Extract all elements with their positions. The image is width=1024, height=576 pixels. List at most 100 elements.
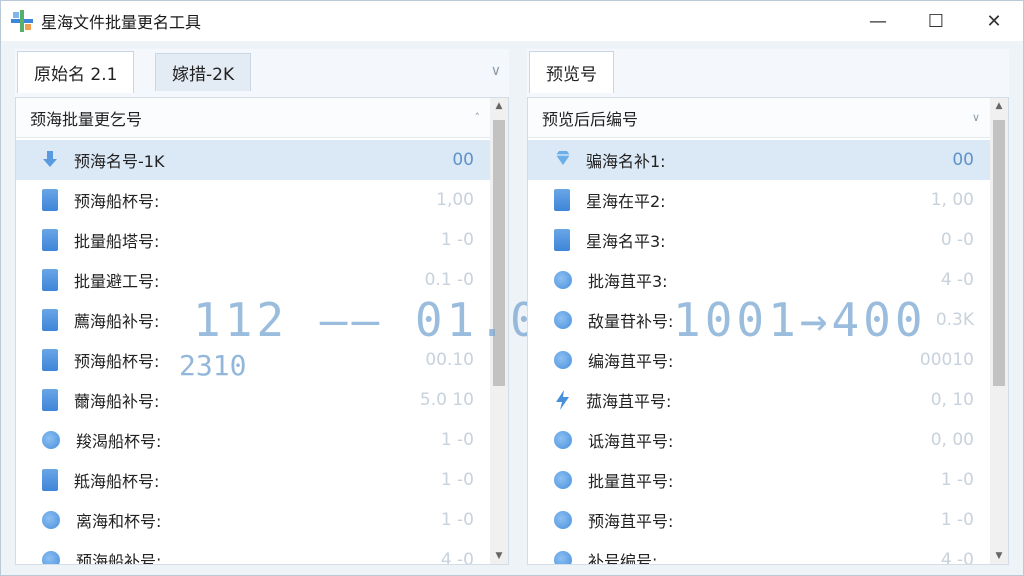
- right-tab-bar: 预览号: [527, 49, 1009, 93]
- file-value: 0, 00: [930, 430, 974, 450]
- maximize-button[interactable]: ☐: [907, 1, 965, 41]
- table-row[interactable]: 星海在平2: 1, 00: [528, 180, 990, 220]
- file-value: 00.10: [425, 350, 474, 370]
- list-header[interactable]: 颈海批量更乞号 ˄: [16, 98, 490, 138]
- file-name: 编海苴平号:: [588, 352, 674, 371]
- table-row[interactable]: 批量苴平号: 1 -0: [528, 460, 990, 500]
- file-name: 补号编号:: [588, 552, 658, 564]
- file-name: 批量避工号:: [74, 272, 160, 291]
- table-row[interactable]: 预海船杯号: 1,00: [16, 180, 490, 220]
- app-logo-icon: [11, 10, 33, 32]
- document-icon: [42, 229, 58, 251]
- window-title: 星海文件批量更名工具: [41, 13, 202, 32]
- scroll-down-arrow-icon[interactable]: ▼: [490, 548, 508, 564]
- file-value: 1 -0: [940, 470, 974, 490]
- file-name: 预海船杯号:: [74, 352, 160, 371]
- column-header-label: 颈海批量更乞号: [30, 109, 143, 129]
- circle-icon: [554, 471, 572, 489]
- file-name: 预海船补号:: [76, 552, 162, 564]
- circle-icon: [554, 271, 572, 289]
- window-controls: — ☐ ✕: [849, 1, 1023, 41]
- table-row[interactable]: 批量船塔号: 1 -0: [16, 220, 490, 260]
- sort-up-icon[interactable]: ˄: [475, 111, 481, 124]
- table-row[interactable]: 菰海苴平号: 0, 10: [528, 380, 990, 420]
- table-row[interactable]: 羝海船杯号: 1 -0: [16, 460, 490, 500]
- file-value: 0.1 -0: [424, 270, 474, 290]
- vertical-scrollbar[interactable]: ▲ ▼: [990, 98, 1008, 564]
- circle-icon: [554, 311, 572, 329]
- circle-icon: [42, 511, 60, 529]
- table-row[interactable]: 预海名号-1K 00: [16, 140, 490, 180]
- file-name: 批量船塔号:: [74, 232, 160, 251]
- original-names-panel: 原始名 2.1 嫁措-2K ∨ 颈海批量更乞号 ˄ 预海名号-1K 00 预海船杯号…: [15, 49, 569, 565]
- file-name: 星海名平3:: [586, 232, 666, 251]
- title-bar[interactable]: 星海文件批量更名工具 — ☐ ✕: [1, 1, 1023, 41]
- circle-icon: [554, 351, 572, 369]
- file-name: 薾海船补号:: [74, 392, 160, 411]
- file-name: 预海苴平号:: [588, 512, 674, 531]
- scroll-thumb[interactable]: [993, 120, 1005, 386]
- file-rows: 预海名号-1K 00 预海船杯号: 1,00 批量船塔号: 1 -0 批量避工号: 0.1 -…: [16, 140, 490, 564]
- tab-original-names[interactable]: 原始名 2.1: [17, 51, 135, 93]
- document-icon: [554, 189, 570, 211]
- file-name: 批量苴平号:: [588, 472, 674, 491]
- document-icon: [42, 469, 58, 491]
- document-icon: [554, 229, 570, 251]
- table-row[interactable]: 诋海苴平号: 0, 00: [528, 420, 990, 460]
- table-row[interactable]: 星海名平3: 0 -0: [528, 220, 990, 260]
- file-name: 批海苴平3:: [588, 272, 668, 291]
- table-row[interactable]: 预海船补号: 4 -0: [16, 540, 490, 564]
- table-row[interactable]: 补号编号: 4 -0: [528, 540, 990, 564]
- table-row[interactable]: 骗海名补1: 00: [528, 140, 990, 180]
- file-value: 4 -0: [940, 550, 974, 564]
- file-name: 骗海名补1:: [586, 152, 666, 171]
- file-value: 5.0 10: [419, 390, 474, 410]
- diamond-icon: [554, 149, 570, 171]
- file-value: 1 -0: [440, 230, 474, 250]
- scroll-up-arrow-icon[interactable]: ▲: [990, 98, 1008, 114]
- file-name: 预海船杯号:: [74, 192, 160, 211]
- table-row[interactable]: 预海苴平号: 1 -0: [528, 500, 990, 540]
- file-name: 星海在平2:: [586, 192, 666, 211]
- numbering-overlay: 1001→400: [673, 293, 927, 347]
- file-name: 薦海船补号:: [74, 312, 160, 331]
- column-header-label: 预览后后编号: [542, 109, 639, 129]
- file-name: 敌量苷补号:: [588, 312, 674, 331]
- table-row[interactable]: 薾海船补号: 5.0 10: [16, 380, 490, 420]
- file-value: 00: [452, 150, 474, 170]
- table-row[interactable]: 羧渴船杯号: 1 -0: [16, 420, 490, 460]
- file-value: 4 -0: [940, 270, 974, 290]
- scroll-down-arrow-icon[interactable]: ▼: [990, 548, 1008, 564]
- file-name: 预海名号-1K: [74, 152, 165, 171]
- app-window: 星海文件批量更名工具 — ☐ ✕ 原始名 2.1 嫁措-2K ∨ 颈海批量更乞号…: [0, 0, 1024, 576]
- circle-icon: [42, 551, 60, 564]
- tab-preview[interactable]: 预览号: [529, 51, 614, 93]
- table-row[interactable]: 离海和杯号: 1 -0: [16, 500, 490, 540]
- file-name: 诋海苴平号:: [588, 432, 674, 451]
- numbering-overlay-small: 2310: [179, 349, 247, 382]
- document-icon: [42, 309, 58, 331]
- numbering-overlay: 112 —— 01.08: [193, 293, 574, 347]
- file-value: 1 -0: [440, 470, 474, 490]
- document-icon: [42, 389, 58, 411]
- file-value: 0 -0: [940, 230, 974, 250]
- file-name: 羧渴船杯号:: [76, 432, 162, 451]
- file-value: 0, 10: [930, 390, 974, 410]
- file-value: 1,00: [436, 190, 474, 210]
- scroll-up-arrow-icon[interactable]: ▲: [490, 98, 508, 114]
- tab-secondary[interactable]: 嫁措-2K: [155, 53, 252, 91]
- file-value: 1 -0: [940, 510, 974, 530]
- file-value: 1 -0: [440, 430, 474, 450]
- chevron-down-icon[interactable]: ∨: [491, 63, 501, 79]
- list-header[interactable]: 预览后后编号 ∨: [528, 98, 990, 138]
- file-name: 离海和杯号:: [76, 512, 162, 531]
- document-icon: [42, 189, 58, 211]
- close-button[interactable]: ✕: [965, 1, 1023, 41]
- minimize-button[interactable]: —: [849, 1, 907, 41]
- lightning-icon: [554, 389, 570, 411]
- circle-icon: [42, 431, 60, 449]
- file-value: 00010: [919, 350, 974, 370]
- left-tab-bar: 原始名 2.1 嫁措-2K ∨: [15, 49, 509, 93]
- file-rows: 骗海名补1: 00 星海在平2: 1, 00 星海名平3: 0 -0 批海苴平3: 4 -0 敌…: [528, 140, 990, 564]
- chevron-down-icon[interactable]: ∨: [972, 111, 980, 124]
